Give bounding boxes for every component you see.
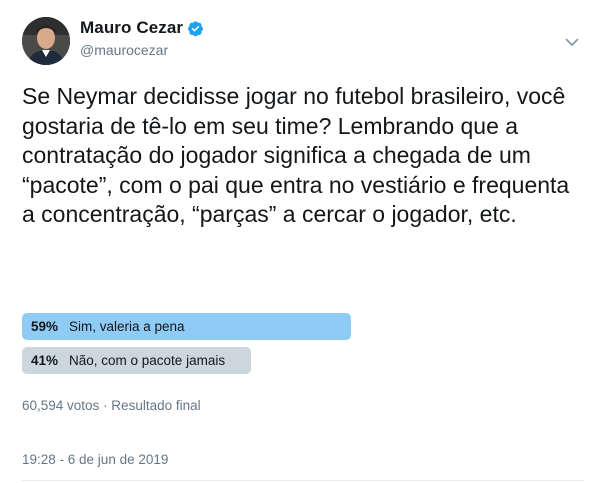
display-name[interactable]: Mauro Cezar bbox=[80, 18, 183, 38]
poll-option-label-no: Não, com o pacote jamais bbox=[69, 353, 226, 368]
avatar[interactable] bbox=[22, 17, 70, 65]
chevron-down-icon[interactable] bbox=[564, 34, 580, 50]
tweet-timestamp[interactable]: 19:28 - 6 de jun de 2019 bbox=[22, 452, 168, 467]
poll-option-yes: 59% Sim, valeria a pena bbox=[22, 313, 582, 340]
poll-percent-no: 41% bbox=[31, 353, 59, 368]
verified-badge-icon bbox=[187, 20, 204, 37]
user-handle[interactable]: @maurocezar bbox=[80, 42, 168, 58]
poll: 59% Sim, valeria a pena 41% Não, com o p… bbox=[22, 313, 582, 381]
author-name-row: Mauro Cezar bbox=[80, 18, 204, 38]
poll-option-no: 41% Não, com o pacote jamais bbox=[22, 347, 582, 374]
tweet-card: Mauro Cezar @maurocezar Se Neymar decidi… bbox=[0, 0, 596, 483]
poll-percent-yes: 59% bbox=[31, 319, 59, 334]
avatar-image bbox=[22, 17, 70, 65]
poll-vote-summary: 60,594 votos · Resultado final bbox=[22, 398, 201, 413]
poll-option-label-yes: Sim, valeria a pena bbox=[69, 319, 185, 334]
tweet-text: Se Neymar decidisse jogar no futebol bra… bbox=[22, 83, 570, 228]
divider bbox=[22, 480, 584, 481]
